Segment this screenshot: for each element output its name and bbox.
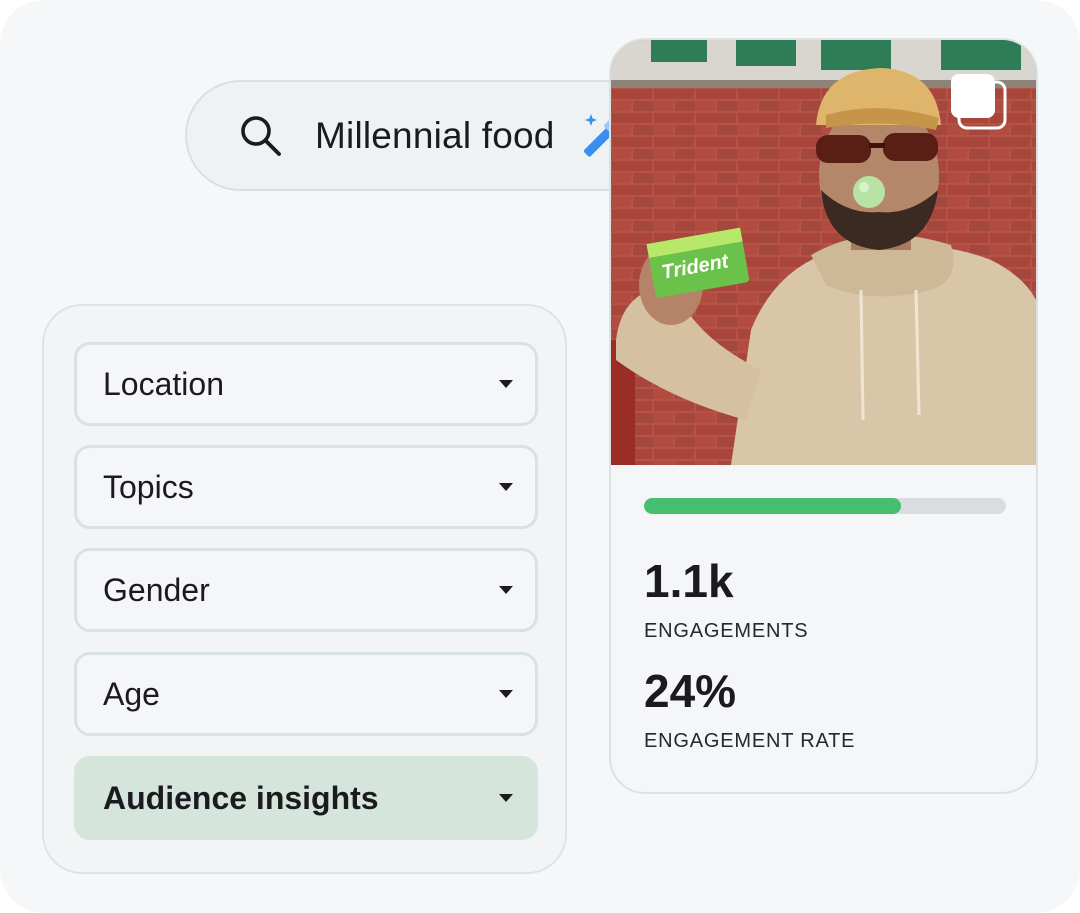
filter-gender-label: Gender <box>103 571 210 608</box>
filter-location[interactable]: Location <box>74 342 538 426</box>
chevron-down-icon <box>499 483 513 491</box>
chevron-down-icon <box>499 690 513 698</box>
filter-topics-label: Topics <box>103 468 194 505</box>
filter-audience-insights[interactable]: Audience insights <box>74 756 538 840</box>
filter-location-label: Location <box>103 365 224 402</box>
filter-age-label: Age <box>103 675 160 712</box>
filter-gender[interactable]: Gender <box>74 548 538 632</box>
chevron-down-icon <box>499 794 513 802</box>
engagement-progress-fill <box>644 498 902 514</box>
search-query[interactable]: Millennial food <box>315 115 555 157</box>
engagements-value: 1.1k <box>644 555 734 607</box>
engagement-progress-bar <box>644 498 1006 514</box>
engagement-rate-label: ENGAGEMENT RATE <box>644 730 856 752</box>
engagements-label: ENGAGEMENTS <box>644 620 809 642</box>
chevron-down-icon <box>499 380 513 388</box>
filter-age[interactable]: Age <box>74 652 538 736</box>
filter-panel: Location Topics Gender Age Audience insi… <box>42 304 567 874</box>
search-icon <box>241 115 281 156</box>
multiple-images-icon <box>951 74 1007 130</box>
post-card[interactable]: Trident 1.1k ENGAGEMENTS 24% ENGAGEMENT … <box>609 38 1038 794</box>
filter-topics[interactable]: Topics <box>74 445 538 529</box>
filter-audience-insights-label: Audience insights <box>103 779 379 816</box>
chevron-down-icon <box>499 586 513 594</box>
canvas: Millennial food Location Topics Gender A… <box>0 0 1080 913</box>
engagement-rate-value: 24% <box>644 665 737 717</box>
